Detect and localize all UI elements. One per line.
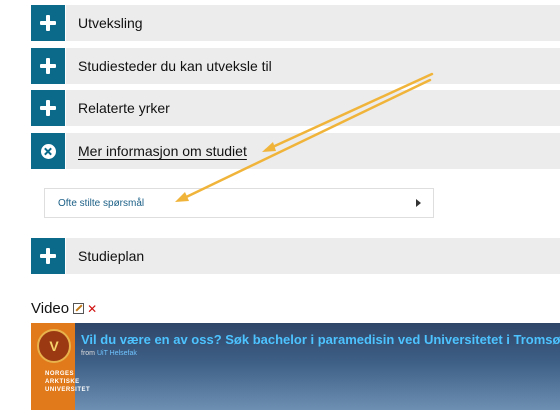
edit-icon[interactable] — [73, 303, 85, 314]
accordion-item-studieplan[interactable]: Studieplan — [31, 238, 560, 274]
expand-button[interactable] — [31, 238, 65, 274]
accordion-item-studiesteder[interactable]: Studiesteder du kan utveksle til — [31, 48, 560, 84]
accordion-item-label[interactable]: Studiesteder du kan utveksle til — [66, 48, 560, 84]
video-title[interactable]: Vil du være en av oss? Søk bachelor i pa… — [81, 332, 560, 347]
video-section-heading: Video ✕ — [31, 300, 97, 317]
plus-icon — [40, 58, 56, 74]
channel-link[interactable]: UiT Helsefak — [97, 350, 137, 357]
expand-button[interactable] — [31, 48, 65, 84]
accordion-item-relaterte-yrker[interactable]: Relaterte yrker — [31, 90, 560, 126]
collapse-button[interactable] — [31, 133, 65, 169]
plus-icon — [40, 15, 56, 31]
accordion-item-label[interactable]: Utveksling — [66, 5, 560, 41]
accordion-item-label[interactable]: Relaterte yrker — [66, 90, 560, 126]
plus-icon — [40, 248, 56, 264]
faq-link-box[interactable]: Ofte stilte spørsmål — [44, 188, 434, 218]
video-player[interactable]: V NORGES ARKTISKE UNIVERSITET Vil du vær… — [31, 323, 560, 410]
video-heading-text: Video — [31, 300, 70, 317]
video-channel: from UiT Helsefak — [81, 350, 137, 357]
from-prefix: from — [81, 350, 95, 357]
accordion-item-utveksling[interactable]: Utveksling — [31, 5, 560, 41]
faq-link[interactable]: Ofte stilte spørsmål — [58, 198, 144, 209]
uit-logo-icon: V — [37, 329, 71, 363]
delete-icon[interactable]: ✕ — [87, 302, 97, 316]
accordion-item-label[interactable]: Mer informasjon om studiet — [66, 133, 560, 169]
plus-icon — [40, 100, 56, 116]
accordion-item-mer-informasjon[interactable]: Mer informasjon om studiet — [31, 133, 560, 169]
logo-text: NORGES ARKTISKE UNIVERSITET — [45, 371, 91, 393]
expand-button[interactable] — [31, 90, 65, 126]
expand-button[interactable] — [31, 5, 65, 41]
close-circle-icon — [40, 143, 56, 159]
chevron-right-icon — [416, 199, 421, 207]
accordion-item-label[interactable]: Studieplan — [66, 238, 560, 274]
